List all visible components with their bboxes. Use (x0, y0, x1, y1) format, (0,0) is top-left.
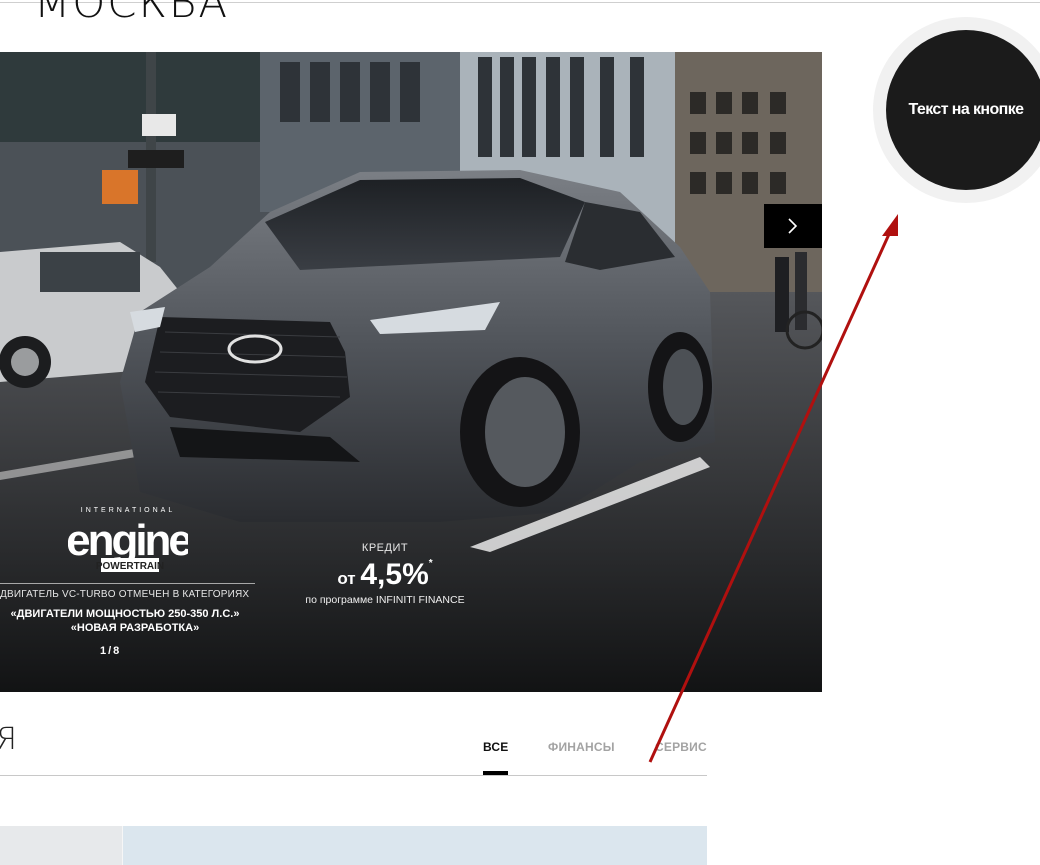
filter-tabs: ВСЕ ФИНАНСЫ СЕРВИС (0, 730, 707, 776)
promo-line-3: «НОВАЯ РАЗРАБОТКА» (70, 622, 200, 634)
promo-line-1: ДВИГАТЕЛЬ VC-TURBO ОТМЕЧЕН В КАТЕГОРИЯХ (0, 583, 255, 600)
slider-next-button[interactable] (764, 204, 822, 248)
credit-asterisk: * (428, 558, 433, 569)
tab-service[interactable]: СЕРВИС (655, 740, 707, 754)
svg-text:INTERNATIONAL: INTERNATIONAL (80, 507, 175, 514)
city-title: МОСКВА (34, 0, 230, 27)
engine-powertrain-logo: INTERNATIONAL engine POWERTRAIN (68, 507, 188, 572)
engine-award-promo: INTERNATIONAL engine POWERTRAIN ДВИГАТЕЛ… (0, 500, 255, 634)
active-tab-indicator (483, 771, 508, 775)
credit-label: КРЕДИТ (361, 542, 409, 554)
news-cards-preview[interactable] (0, 826, 707, 865)
chevron-right-icon (788, 218, 798, 234)
credit-prefix: от (337, 569, 356, 588)
credit-promo: КРЕДИТ от 4,5%* по программе INFINITI FI… (285, 542, 485, 606)
credit-rate-value: 4,5% (360, 558, 429, 591)
slide-counter: 1/8 (100, 645, 122, 657)
svg-text:POWERTRAIN: POWERTRAIN (95, 561, 163, 572)
cta-label: Текст на кнопке (908, 101, 1024, 118)
tab-finance[interactable]: ФИНАНСЫ (548, 740, 615, 754)
card-divider (122, 826, 123, 865)
promo-line-2: «ДВИГАТЕЛИ МОЩНОСТЬЮ 250-350 Л.С.» (10, 608, 240, 620)
credit-rate: от 4,5%* (285, 558, 485, 592)
cta-button[interactable]: Текст на кнопке (886, 30, 1040, 190)
svg-text:engine: engine (68, 516, 188, 565)
credit-program: по программе INFINITI FINANCE (305, 594, 465, 606)
tab-all[interactable]: ВСЕ (483, 740, 508, 754)
